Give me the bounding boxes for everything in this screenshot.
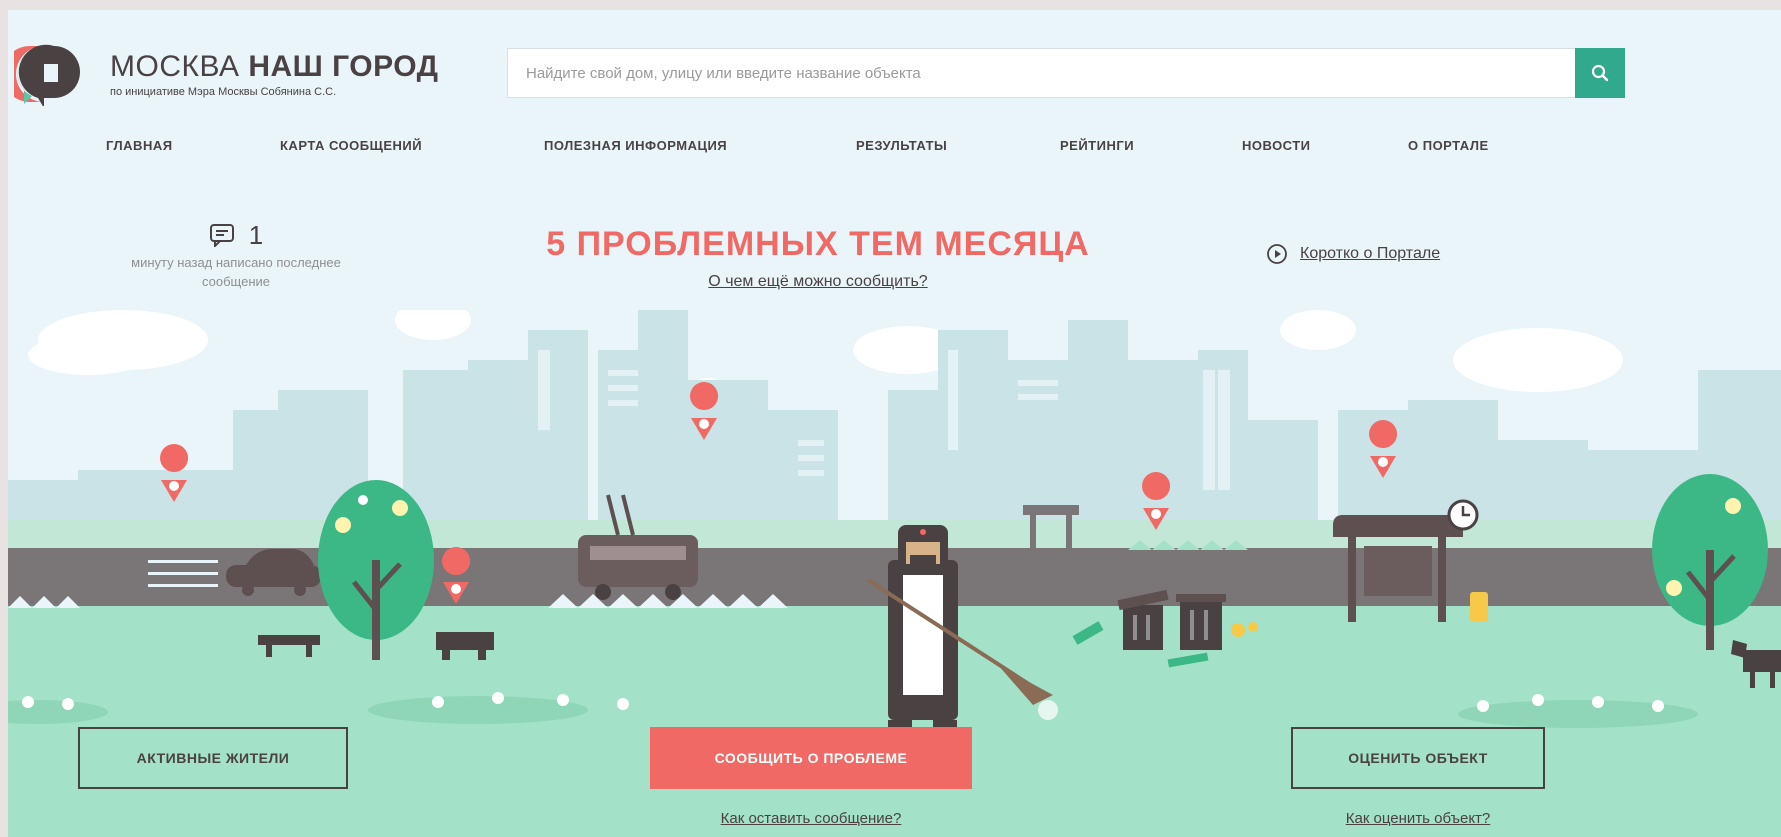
rate-help-link[interactable]: Как оценить объект? — [1308, 810, 1528, 827]
message-count: 1 — [248, 219, 264, 250]
portal-link-label[interactable]: Коротко о Портале — [1300, 245, 1440, 263]
hero-title: 5 ПРОБЛЕМНЫХ ТЕМ МЕСЯЦА — [546, 225, 1090, 263]
portal-video-link[interactable]: Коротко о Портале — [1266, 243, 1440, 265]
nav-item-ratings[interactable]: РЕЙТИНГИ — [1060, 138, 1134, 153]
nav-item-results[interactable]: РЕЗУЛЬТАТЫ — [856, 138, 947, 153]
search-button[interactable] — [1575, 48, 1625, 98]
last-message-counter: 1 минуту назад написано последнее сообще… — [126, 219, 346, 291]
logo-title-bold: НАШ ГОРОД — [248, 50, 439, 83]
search-input[interactable] — [507, 48, 1575, 98]
message-count-caption: минуту назад написано последнее сообщени… — [131, 255, 341, 289]
report-help-link[interactable]: Как оставить сообщение? — [698, 810, 924, 827]
page-frame: МОСКВА НАШ ГОРОД по инициативе Мэра Моск… — [8, 10, 1781, 837]
nav-item-about[interactable]: О ПОРТАЛЕ — [1408, 138, 1489, 153]
logo-title-light: МОСКВА — [110, 50, 240, 83]
logo-subtitle: по инициативе Мэра Москвы Собянина С.С. — [110, 86, 337, 98]
nav-item-messages-map[interactable]: КАРТА СООБЩЕНИЙ — [280, 138, 422, 153]
main-nav: ГЛАВНАЯ КАРТА СООБЩЕНИЙ ПОЛЕЗНАЯ ИНФОРМА… — [8, 138, 1781, 158]
rate-object-button[interactable]: ОЦЕНИТЬ ОБЪЕКТ — [1291, 727, 1545, 789]
report-problem-button[interactable]: СООБЩИТЬ О ПРОБЛЕМЕ — [650, 727, 972, 789]
nav-item-home[interactable]: ГЛАВНАЯ — [106, 138, 173, 153]
hero-subtitle: О чем ещё можно сообщить? — [508, 273, 1128, 291]
search-bar — [507, 48, 1625, 98]
active-residents-button[interactable]: АКТИВНЫЕ ЖИТЕЛИ — [78, 727, 348, 789]
nav-item-useful-info[interactable]: ПОЛЕЗНАЯ ИНФОРМАЦИЯ — [544, 138, 727, 153]
logo-title: МОСКВА НАШ ГОРОД — [110, 50, 439, 84]
nav-item-news[interactable]: НОВОСТИ — [1242, 138, 1311, 153]
site-logo[interactable]: МОСКВА НАШ ГОРОД по инициативе Мэра Моск… — [8, 42, 439, 108]
clouds — [28, 310, 1623, 402]
what-else-link[interactable]: О чем ещё можно сообщить? — [708, 273, 927, 290]
search-icon — [1591, 64, 1609, 82]
message-icon — [209, 224, 234, 247]
logo-icon — [8, 42, 88, 108]
play-icon — [1267, 244, 1287, 264]
